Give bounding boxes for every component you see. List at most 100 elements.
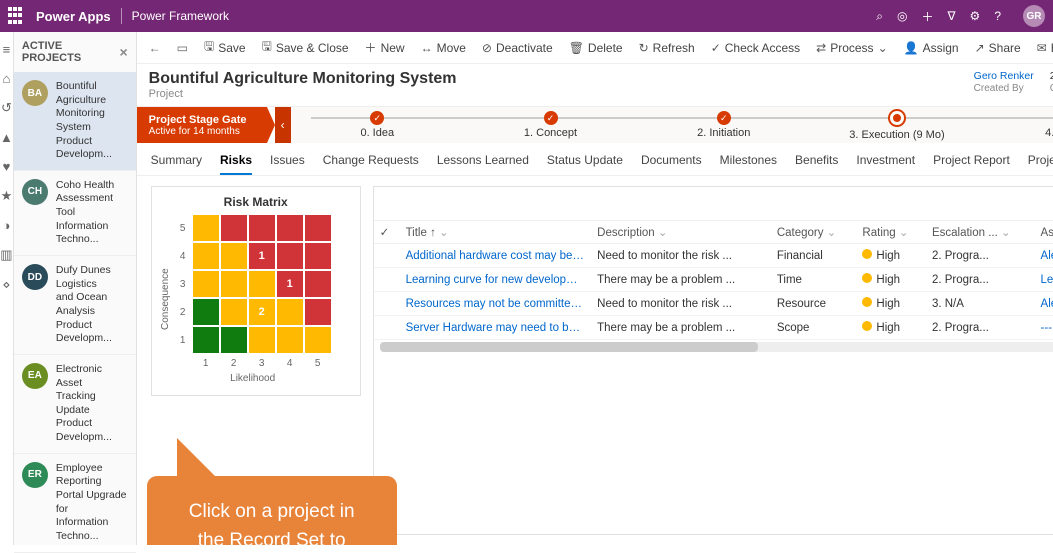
matrix-cell[interactable] bbox=[221, 327, 247, 353]
column-header[interactable]: Assigned To ⌄ bbox=[1035, 221, 1053, 244]
alert-icon[interactable]: ▲ bbox=[0, 130, 13, 145]
matrix-cell[interactable] bbox=[305, 215, 331, 241]
save-close-button[interactable]: 🖫Save & Close bbox=[256, 37, 355, 58]
home-icon[interactable]: ⌂ bbox=[3, 71, 11, 86]
email-link-button[interactable]: ✉Email a Link⌄ bbox=[1031, 41, 1053, 55]
share-button[interactable]: ↗Share bbox=[969, 41, 1027, 55]
app-launcher-icon[interactable] bbox=[8, 7, 26, 25]
column-header[interactable]: Category ⌄ bbox=[771, 221, 857, 244]
tab-risks[interactable]: Risks bbox=[220, 147, 252, 175]
tab-lessons-learned[interactable]: Lessons Learned bbox=[437, 147, 529, 175]
tab-benefits[interactable]: Benefits bbox=[795, 147, 838, 175]
project-item[interactable]: DD Dufy Dunes Logisticsand Ocean Analysi… bbox=[14, 256, 136, 355]
column-header[interactable]: Rating ⌄ bbox=[856, 221, 926, 244]
star-icon[interactable]: ★ bbox=[1, 188, 13, 204]
move-button[interactable]: ↔Move bbox=[415, 41, 472, 55]
matrix-cell[interactable] bbox=[277, 327, 303, 353]
link-icon[interactable]: ⋄ bbox=[2, 277, 10, 293]
delete-button[interactable]: 🗑Delete bbox=[563, 41, 629, 55]
settings-icon[interactable]: ⚙ bbox=[970, 9, 981, 23]
tab-investment[interactable]: Investment bbox=[856, 147, 915, 175]
risk-row[interactable]: Learning curve for new development tools… bbox=[374, 268, 1053, 292]
column-header[interactable]: Escalation ... ⌄ bbox=[926, 221, 1035, 244]
matrix-cell[interactable] bbox=[277, 299, 303, 325]
tab-project-team[interactable]: Project Team bbox=[1028, 147, 1053, 175]
horizontal-scrollbar[interactable] bbox=[380, 342, 1053, 352]
search-icon[interactable]: ⌕ bbox=[876, 9, 883, 24]
project-item[interactable]: CH Coho HealthAssessment ToolInformation… bbox=[14, 171, 136, 256]
matrix-cell[interactable] bbox=[249, 271, 275, 297]
stage-idea[interactable]: ✓0. Idea bbox=[291, 111, 464, 139]
plus-icon[interactable]: ＋ bbox=[922, 8, 934, 25]
stage-execution[interactable]: 3. Execution (9 Mo) bbox=[810, 109, 983, 141]
assign-button[interactable]: 👤Assign bbox=[898, 41, 965, 55]
save-button[interactable]: 🖫Save bbox=[198, 37, 252, 58]
risk-row[interactable]: Server Hardware may need to be virtualiz… bbox=[374, 316, 1053, 340]
matrix-cell[interactable] bbox=[193, 299, 219, 325]
assigned-to-link[interactable]: Lee Gu bbox=[1035, 268, 1053, 292]
back-icon[interactable]: ← bbox=[143, 41, 167, 55]
risk-row[interactable]: Additional hardware cost may be encounte… bbox=[374, 244, 1053, 268]
assigned-to-link[interactable]: --- bbox=[1035, 316, 1053, 340]
risk-title-link[interactable]: Resources may not be committed long term… bbox=[400, 292, 592, 316]
tab-issues[interactable]: Issues bbox=[270, 147, 305, 175]
matrix-cell[interactable] bbox=[305, 327, 331, 353]
history-icon[interactable]: ↺ bbox=[1, 100, 12, 116]
tab-summary[interactable]: Summary bbox=[151, 147, 202, 175]
open-new-icon[interactable]: ▭ bbox=[171, 41, 194, 55]
filter-icon[interactable]: ∇ bbox=[948, 9, 956, 23]
stage-prev-icon[interactable]: ‹ bbox=[275, 107, 291, 143]
risk-title-link[interactable]: Server Hardware may need to be virtualiz… bbox=[400, 316, 592, 340]
project-item[interactable]: ER Employee ReportingPortal Upgrade forI… bbox=[14, 454, 136, 553]
project-item[interactable]: BA Bountiful AgricultureMonitoring Syste… bbox=[14, 72, 136, 171]
shield-icon[interactable]: ◑ bbox=[3, 218, 11, 233]
project-item[interactable]: EA Electronic AssetTracking UpdateProduc… bbox=[14, 355, 136, 454]
column-header[interactable]: Title ↑ ⌄ bbox=[400, 221, 592, 244]
stage-concept[interactable]: ✓1. Concept bbox=[464, 111, 637, 139]
tab-milestones[interactable]: Milestones bbox=[720, 147, 777, 175]
stage-gate-indicator[interactable]: Project Stage Gate Active for 14 months bbox=[137, 107, 267, 143]
risk-row[interactable]: Resources may not be committed long term… bbox=[374, 292, 1053, 316]
matrix-cell[interactable] bbox=[305, 271, 331, 297]
matrix-cell[interactable] bbox=[305, 243, 331, 269]
matrix-cell[interactable]: 1 bbox=[277, 271, 303, 297]
tab-status-update[interactable]: Status Update bbox=[547, 147, 623, 175]
matrix-cell[interactable] bbox=[221, 243, 247, 269]
close-icon[interactable]: × bbox=[119, 44, 127, 60]
risk-title-link[interactable]: Additional hardware cost may be encounte… bbox=[400, 244, 592, 268]
column-header[interactable]: Description ⌄ bbox=[591, 221, 771, 244]
matrix-cell[interactable] bbox=[305, 299, 331, 325]
matrix-cell[interactable] bbox=[249, 215, 275, 241]
matrix-cell[interactable] bbox=[221, 271, 247, 297]
user-avatar[interactable]: GR bbox=[1023, 5, 1045, 27]
matrix-cell[interactable] bbox=[221, 299, 247, 325]
risk-title-link[interactable]: Learning curve for new development tools bbox=[400, 268, 592, 292]
matrix-cell[interactable] bbox=[277, 243, 303, 269]
tab-change-requests[interactable]: Change Requests bbox=[323, 147, 419, 175]
assigned-to-link[interactable]: Alex Wilber bbox=[1035, 292, 1053, 316]
matrix-cell[interactable]: 1 bbox=[249, 243, 275, 269]
refresh-button[interactable]: ↻Refresh bbox=[633, 41, 701, 55]
matrix-cell[interactable] bbox=[277, 215, 303, 241]
new-button[interactable]: ＋New bbox=[359, 39, 411, 56]
check-access-button[interactable]: ✓Check Access bbox=[705, 41, 806, 55]
matrix-cell[interactable] bbox=[193, 243, 219, 269]
deactivate-button[interactable]: ⊘Deactivate bbox=[476, 41, 559, 55]
matrix-cell[interactable] bbox=[193, 327, 219, 353]
matrix-cell[interactable] bbox=[193, 271, 219, 297]
heart-icon[interactable]: ♥ bbox=[3, 159, 11, 174]
tab-project-report[interactable]: Project Report bbox=[933, 147, 1010, 175]
select-all[interactable]: ✓ bbox=[374, 221, 400, 244]
help-icon[interactable]: ? bbox=[994, 9, 1001, 23]
menu-icon[interactable]: ≡ bbox=[3, 42, 11, 57]
stage-initiation[interactable]: ✓2. Initiation bbox=[637, 111, 810, 139]
assigned-to-link[interactable]: Alex Wilber bbox=[1035, 244, 1053, 268]
calendar-icon[interactable]: ▥ bbox=[0, 247, 12, 263]
process-button[interactable]: ⇄Process⌄ bbox=[810, 41, 893, 55]
stage-closure[interactable]: 4. Closure bbox=[984, 111, 1053, 139]
matrix-cell[interactable] bbox=[249, 327, 275, 353]
tab-documents[interactable]: Documents bbox=[641, 147, 702, 175]
matrix-cell[interactable] bbox=[193, 215, 219, 241]
matrix-cell[interactable]: 2 bbox=[249, 299, 275, 325]
matrix-cell[interactable] bbox=[221, 215, 247, 241]
